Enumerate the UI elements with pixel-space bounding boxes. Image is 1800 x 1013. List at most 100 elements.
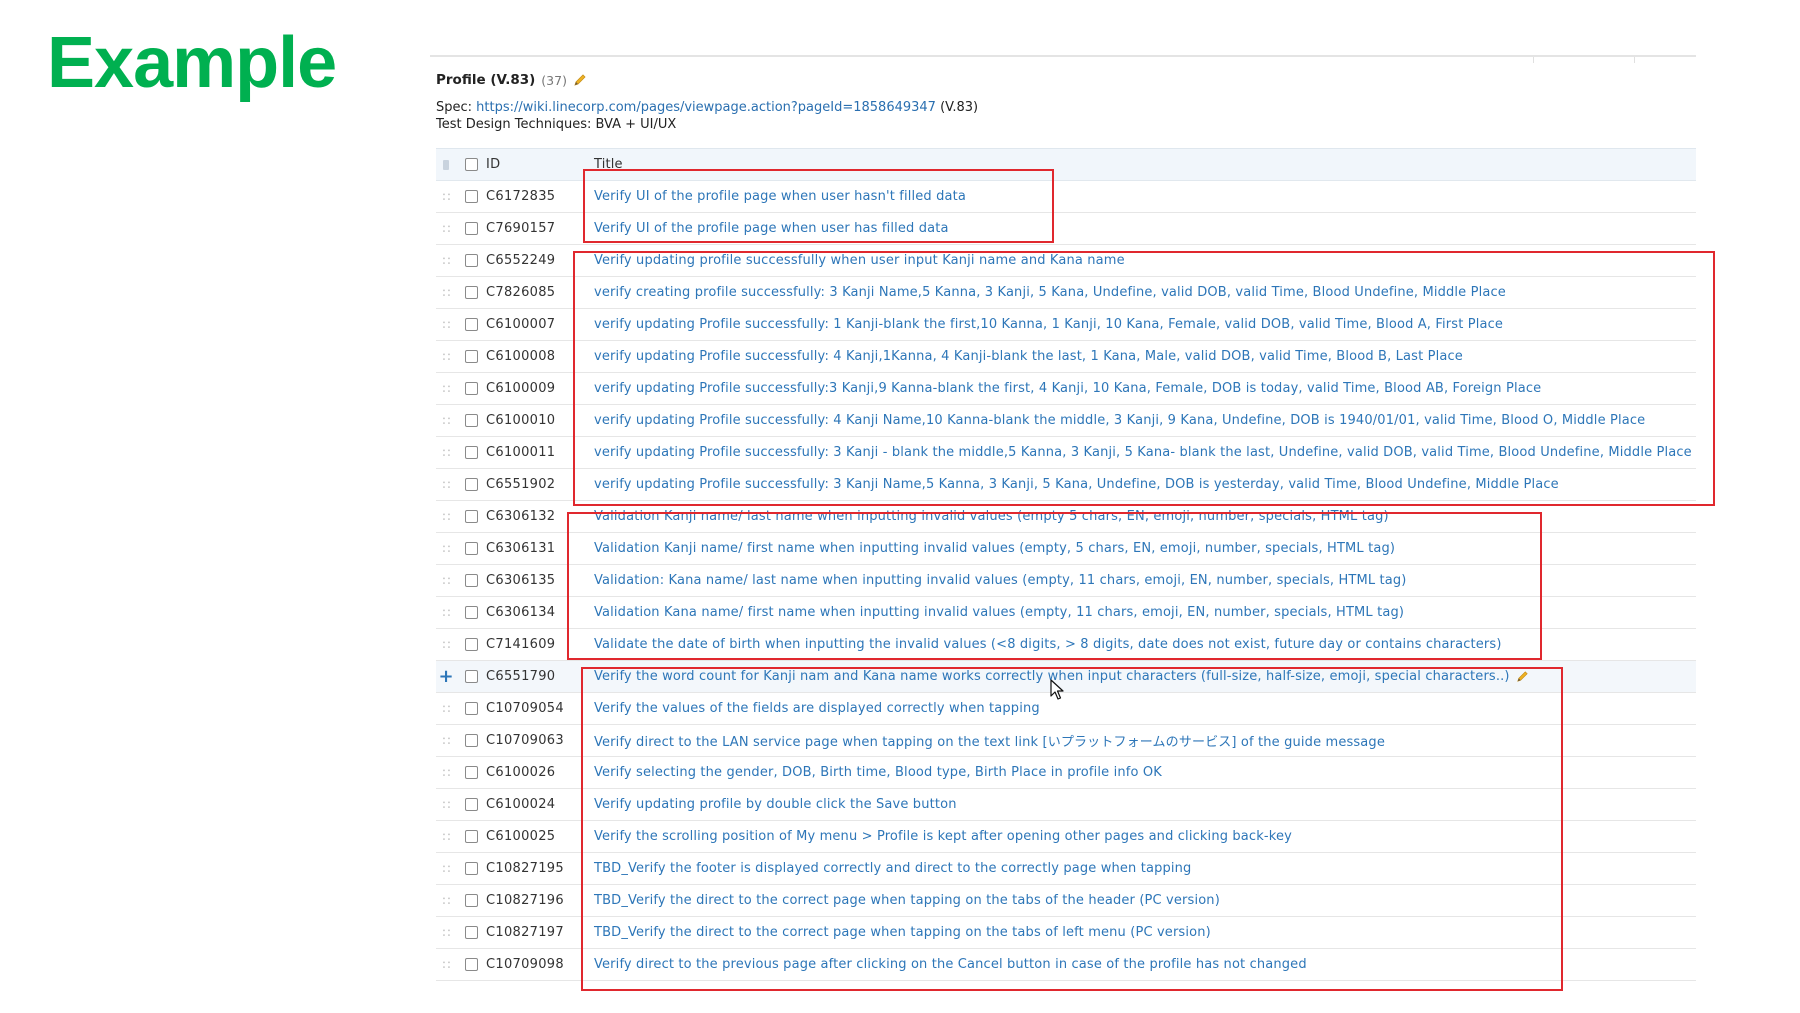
- case-title-link[interactable]: TBD_Verify the footer is displayed corre…: [594, 861, 1191, 876]
- row-checkbox[interactable]: [456, 510, 482, 523]
- row-checkbox[interactable]: [456, 222, 482, 235]
- case-title-link[interactable]: verify updating Profile successfully:3 K…: [594, 381, 1541, 396]
- case-title-link[interactable]: verify updating Profile successfully: 4 …: [594, 413, 1645, 428]
- drag-handle-icon[interactable]: ∷: [436, 287, 456, 299]
- table-row[interactable]: ∷ C6306132 Validation Kanji name/ last nam…: [436, 501, 1696, 533]
- drag-handle-icon[interactable]: ∷: [436, 895, 456, 907]
- table-row[interactable]: ∷ C10709054 Verify the values of the field…: [436, 693, 1696, 725]
- drag-handle-icon[interactable]: ∷: [436, 799, 456, 811]
- row-checkbox[interactable]: [456, 318, 482, 331]
- spec-link[interactable]: https://wiki.linecorp.com/pages/viewpage…: [476, 100, 936, 115]
- case-title-link[interactable]: verify updating Profile successfully: 4 …: [594, 349, 1463, 364]
- case-title-link[interactable]: verify updating Profile successfully: 3 …: [594, 445, 1692, 460]
- table-row[interactable]: ∷ C6306131 Validation Kanji name/ first na…: [436, 533, 1696, 565]
- add-row-icon[interactable]: +: [436, 667, 456, 686]
- drag-handle-icon[interactable]: ∷: [436, 511, 456, 523]
- case-title-link[interactable]: Verify updating profile successfully whe…: [594, 253, 1125, 268]
- row-checkbox[interactable]: [456, 798, 482, 811]
- table-row[interactable]: ∷ C10827196 TBD_Verify the direct to the c…: [436, 885, 1696, 917]
- row-checkbox[interactable]: [456, 702, 482, 715]
- case-title-link[interactable]: TBD_Verify the direct to the correct pag…: [594, 893, 1220, 908]
- edit-pencil-icon[interactable]: [1516, 670, 1530, 684]
- row-checkbox[interactable]: [456, 958, 482, 971]
- drag-handle-icon[interactable]: ∷: [436, 703, 456, 715]
- drag-handle-icon[interactable]: ∷: [436, 607, 456, 619]
- table-row[interactable]: + C6551790 Verify the word count for Kanji…: [436, 661, 1696, 693]
- row-checkbox[interactable]: [456, 766, 482, 779]
- table-row[interactable]: ∷ C10827195 TBD_Verify the footer is displ…: [436, 853, 1696, 885]
- row-checkbox[interactable]: [456, 254, 482, 267]
- case-title-link[interactable]: Verify updating profile by double click …: [594, 797, 957, 812]
- drag-handle-icon[interactable]: ∷: [436, 543, 456, 555]
- table-row[interactable]: ∷ C10709098 Verify direct to the previous …: [436, 949, 1696, 981]
- table-row[interactable]: ∷ C6100009 verify updating Profile success…: [436, 373, 1696, 405]
- table-row[interactable]: ∷ C6551902 verify updating Profile success…: [436, 469, 1696, 501]
- table-row[interactable]: ∷ C6100010 verify updating Profile success…: [436, 405, 1696, 437]
- table-row[interactable]: ∷ C6172835 Verify UI of the profile page w…: [436, 181, 1696, 213]
- table-row[interactable]: ∷ C6100011 verify updating Profile success…: [436, 437, 1696, 469]
- drag-handle-icon[interactable]: ∷: [436, 959, 456, 971]
- case-title-link[interactable]: Validation Kanji name/ first name when i…: [594, 541, 1395, 556]
- case-title-link[interactable]: Verify selecting the gender, DOB, Birth …: [594, 765, 1162, 780]
- row-checkbox[interactable]: [456, 286, 482, 299]
- row-checkbox[interactable]: [456, 862, 482, 875]
- row-checkbox[interactable]: [456, 478, 482, 491]
- table-row[interactable]: ∷ C7141609 Validate the date of birth when…: [436, 629, 1696, 661]
- drag-handle-icon[interactable]: ∷: [436, 223, 456, 235]
- table-row[interactable]: ∷ C10709063 Verify direct to the LAN servi…: [436, 725, 1696, 757]
- row-checkbox[interactable]: [456, 574, 482, 587]
- table-row[interactable]: ∷ C6306135 Validation: Kana name/ last nam…: [436, 565, 1696, 597]
- pencil-icon[interactable]: [573, 73, 587, 87]
- drag-handle-icon[interactable]: ∷: [436, 639, 456, 651]
- case-title-link[interactable]: Validate the date of birth when inputtin…: [594, 637, 1502, 652]
- case-title-link[interactable]: verify updating Profile successfully: 1 …: [594, 317, 1503, 332]
- drag-handle-icon[interactable]: ∷: [436, 863, 456, 875]
- drag-handle-icon[interactable]: ∷: [436, 255, 456, 267]
- drag-handle-icon[interactable]: ∷: [436, 447, 456, 459]
- table-row[interactable]: ∷ C6306134 Validation Kana name/ first nam…: [436, 597, 1696, 629]
- drag-handle-icon[interactable]: ∷: [436, 479, 456, 491]
- drag-handle-icon[interactable]: ∷: [436, 351, 456, 363]
- drag-handle-icon[interactable]: ∷: [436, 191, 456, 203]
- case-title-link[interactable]: verify updating Profile successfully: 3 …: [594, 477, 1559, 492]
- case-title-link[interactable]: Verify direct to the previous page after…: [594, 957, 1307, 972]
- table-row[interactable]: ∷ C6100024 Verify updating profile by doub…: [436, 789, 1696, 821]
- table-row[interactable]: ∷ C6100026 Verify selecting the gender, DO…: [436, 757, 1696, 789]
- row-checkbox[interactable]: [456, 830, 482, 843]
- row-checkbox[interactable]: [456, 606, 482, 619]
- row-checkbox[interactable]: [456, 446, 482, 459]
- drag-handle-icon[interactable]: ∷: [436, 767, 456, 779]
- row-checkbox[interactable]: [456, 414, 482, 427]
- drag-handle-icon[interactable]: ∷: [436, 415, 456, 427]
- drag-handle-icon[interactable]: ∷: [436, 383, 456, 395]
- drag-handle-icon[interactable]: ∷: [436, 575, 456, 587]
- row-checkbox[interactable]: [456, 926, 482, 939]
- row-checkbox[interactable]: [456, 670, 482, 683]
- table-row[interactable]: ∷ C6100008 verify updating Profile success…: [436, 341, 1696, 373]
- row-checkbox[interactable]: [456, 894, 482, 907]
- case-title-link[interactable]: Verify UI of the profile page when user …: [594, 189, 966, 204]
- table-row[interactable]: ∷ C6100025 Verify the scrolling position o…: [436, 821, 1696, 853]
- column-header-title[interactable]: Title: [594, 157, 623, 172]
- row-checkbox[interactable]: [456, 734, 482, 747]
- row-checkbox[interactable]: [456, 542, 482, 555]
- select-all-checkbox[interactable]: [456, 158, 482, 171]
- table-row[interactable]: ∷ C6100007 verify updating Profile success…: [436, 309, 1696, 341]
- row-checkbox[interactable]: [456, 350, 482, 363]
- case-title-link[interactable]: TBD_Verify the direct to the correct pag…: [594, 925, 1211, 940]
- case-title-link[interactable]: Validation: Kana name/ last name when in…: [594, 573, 1407, 588]
- case-title-link[interactable]: Validation Kanji name/ last name when in…: [594, 509, 1389, 524]
- case-title-link[interactable]: Verify UI of the profile page when user …: [594, 221, 949, 236]
- case-title-link[interactable]: Validation Kana name/ first name when in…: [594, 605, 1404, 620]
- drag-handle-icon[interactable]: ∷: [436, 831, 456, 843]
- row-checkbox[interactable]: [456, 382, 482, 395]
- row-checkbox[interactable]: [456, 190, 482, 203]
- case-title-link[interactable]: Verify direct to the LAN service page wh…: [594, 731, 1385, 750]
- case-title-link[interactable]: Verify the values of the fields are disp…: [594, 701, 1040, 716]
- case-title-link[interactable]: verify creating profile successfully: 3 …: [594, 285, 1506, 300]
- drag-handle-icon[interactable]: ∷: [436, 735, 456, 747]
- table-row[interactable]: ∷ C6552249 Verify updating profile success…: [436, 245, 1696, 277]
- column-header-id[interactable]: ID: [482, 157, 594, 172]
- table-row[interactable]: ∷ C7690157 Verify UI of the profile page w…: [436, 213, 1696, 245]
- row-checkbox[interactable]: [456, 638, 482, 651]
